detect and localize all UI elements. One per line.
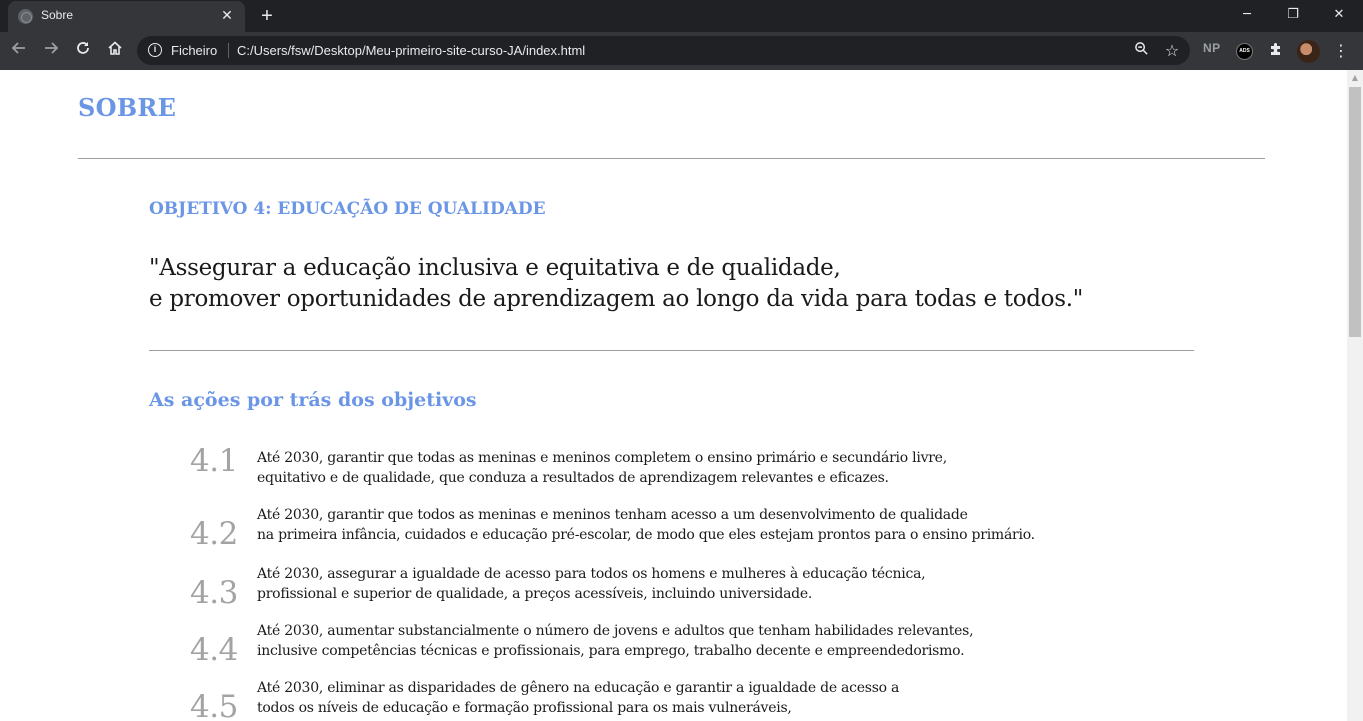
active-tab[interactable]: Sobre ✕ <box>8 1 245 32</box>
quote-line-1: "Assegurar a educação inclusiva e equita… <box>149 255 841 281</box>
scroll-up-arrow-icon[interactable]: ▲ <box>1347 70 1363 86</box>
browser-toolbar: i Ficheiro C:/Users/fsw/Desktop/Meu-prim… <box>0 32 1363 70</box>
scheme-label: Ficheiro <box>171 43 218 58</box>
goal-text-line: na primeira infância, cuidados e educaçã… <box>257 526 1035 543</box>
tab-strip: Sobre ✕ + ─ ❐ ✕ <box>0 0 1363 32</box>
divider <box>78 158 1265 159</box>
tab-title: Sobre <box>41 8 74 22</box>
goal-text-line: Até 2030, garantir que todos as meninas … <box>257 507 968 523</box>
globe-icon <box>18 9 33 24</box>
close-window-button[interactable]: ✕ <box>1316 0 1362 30</box>
goal-text: Até 2030, aumentar substancialmente o nú… <box>257 622 974 661</box>
section-title: As ações por trás dos objetivos <box>149 389 477 411</box>
goal-item: 4.1 Até 2030, garantir que todas as meni… <box>190 443 1150 505</box>
minimize-button[interactable]: ─ <box>1224 0 1270 30</box>
new-tab-button[interactable]: + <box>256 5 278 27</box>
goal-text-line: Até 2030, assegurar a igualdade de acess… <box>257 566 926 582</box>
info-icon[interactable]: i <box>148 43 162 57</box>
home-icon[interactable] <box>104 40 126 62</box>
goal-item: 4.4 Até 2030, aumentar substancialmente … <box>190 622 1150 678</box>
goal-text-line: profissional e superior de qualidade, a … <box>257 585 813 602</box>
goal-text: Até 2030, garantir que todas as meninas … <box>257 449 947 488</box>
np-extension-icon[interactable]: NP <box>1203 41 1221 55</box>
goal-item: 4.5 Até 2030, eliminar as disparidades d… <box>190 679 1150 721</box>
omnibox-divider <box>228 43 229 58</box>
goal-quote: "Assegurar a educação inclusiva e equita… <box>149 253 1083 315</box>
page-scrollbar[interactable]: ▲ <box>1347 70 1363 721</box>
goal-item: 4.2 Até 2030, garantir que todos as meni… <box>190 506 1150 562</box>
goal-text: Até 2030, eliminar as disparidades de gê… <box>257 679 899 718</box>
goal-text: Até 2030, assegurar a igualdade de acess… <box>257 565 926 604</box>
address-bar[interactable]: i Ficheiro C:/Users/fsw/Desktop/Meu-prim… <box>137 36 1190 65</box>
star-icon[interactable]: ☆ <box>1162 41 1182 61</box>
profile-avatar[interactable] <box>1297 40 1320 63</box>
ads-extension-icon[interactable]: ADS <box>1236 43 1253 60</box>
puzzle-icon[interactable] <box>1266 41 1286 61</box>
goal-text: Até 2030, garantir que todos as meninas … <box>257 506 1035 545</box>
goal-number: 4.4 <box>190 632 238 668</box>
back-arrow-icon[interactable] <box>8 40 30 62</box>
goal-text-line: todos os níveis de educação e formação p… <box>257 699 792 716</box>
scroll-thumb[interactable] <box>1349 87 1361 337</box>
goal-text-line: Até 2030, garantir que todas as meninas … <box>257 450 947 466</box>
quote-line-2: e promover oportunidades de aprendizagem… <box>149 286 1084 312</box>
goal-item: 4.3 Até 2030, assegurar a igualdade de a… <box>190 565 1150 621</box>
goal-text-line: Até 2030, eliminar as disparidades de gê… <box>257 680 900 696</box>
goal-number: 4.5 <box>190 689 238 721</box>
restore-button[interactable]: ❐ <box>1270 0 1316 30</box>
goal-title: OBJETIVO 4: EDUCAÇÃO DE QUALIDADE <box>149 199 546 219</box>
url-text[interactable]: C:/Users/fsw/Desktop/Meu-primeiro-site-c… <box>237 43 585 58</box>
page-title: SOBRE <box>78 93 177 122</box>
page-content: SOBRE OBJETIVO 4: EDUCAÇÃO DE QUALIDADE … <box>0 70 1347 721</box>
goal-text-line: Até 2030, aumentar substancialmente o nú… <box>257 623 974 639</box>
zoom-icon[interactable] <box>1131 41 1151 61</box>
forward-arrow-icon[interactable] <box>40 40 62 62</box>
goal-number: 4.2 <box>190 516 238 552</box>
close-tab-icon[interactable]: ✕ <box>218 7 236 25</box>
goal-text-line: inclusive competências técnicas e profis… <box>257 642 965 659</box>
menu-dots-icon[interactable]: ⋮ <box>1331 40 1351 62</box>
goal-number: 4.3 <box>190 575 238 611</box>
goal-number: 4.1 <box>190 443 238 479</box>
divider <box>149 350 1194 351</box>
goal-text-line: equitativo e de qualidade, que conduza a… <box>257 469 889 486</box>
reload-icon[interactable] <box>72 40 94 62</box>
